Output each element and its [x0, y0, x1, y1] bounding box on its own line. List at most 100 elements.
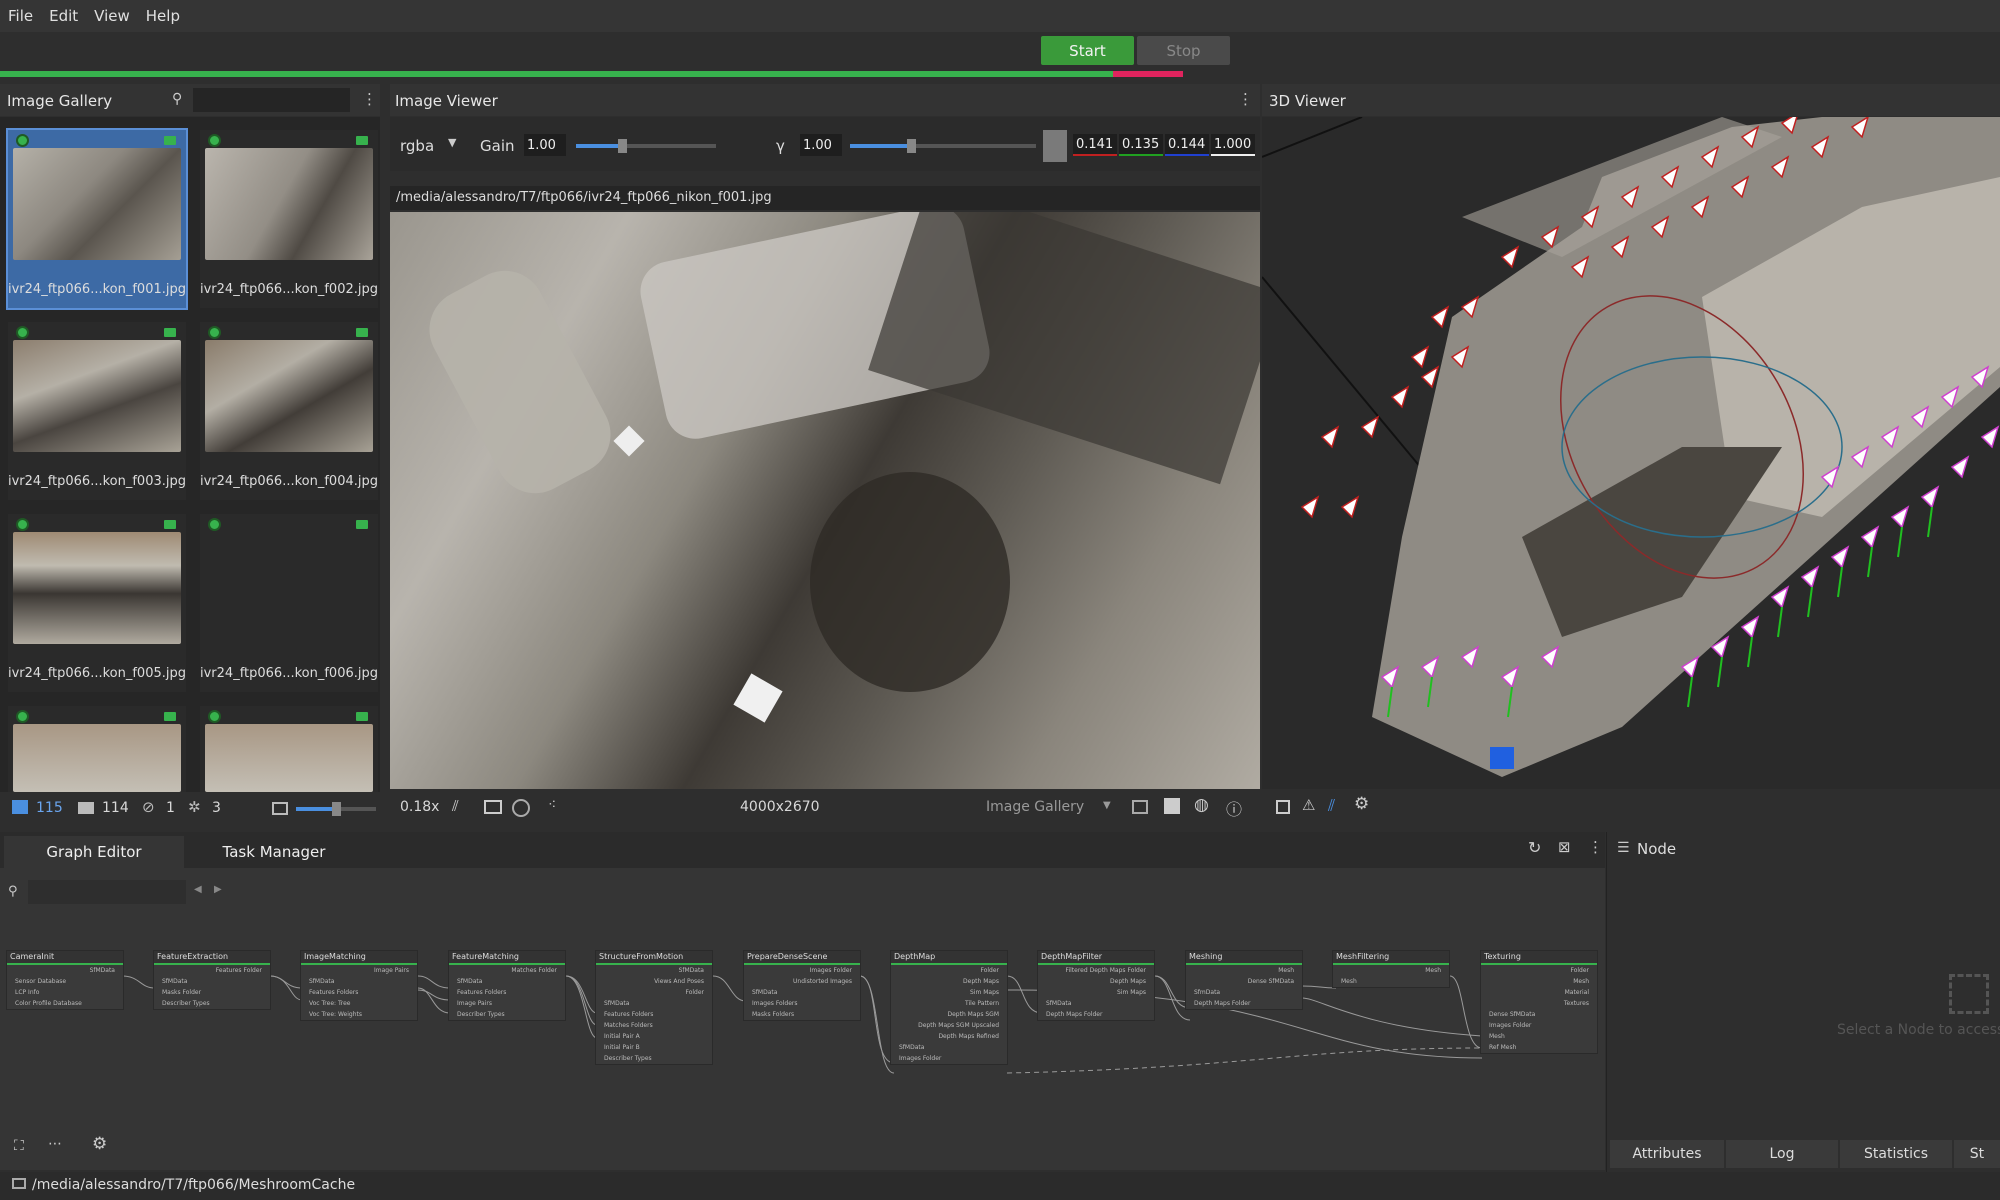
output-port[interactable]: Depth Maps SGM: [891, 1009, 1007, 1020]
info-icon[interactable]: ⓘ: [1226, 796, 1242, 820]
main-image[interactable]: [390, 212, 1260, 789]
gear-icon[interactable]: ⚙: [1354, 794, 1369, 814]
input-port[interactable]: Features Folders: [449, 987, 565, 998]
menu-file[interactable]: File: [8, 7, 33, 25]
input-port[interactable]: Features Folders: [301, 987, 417, 998]
3d-scene[interactable]: [1262, 117, 2000, 789]
gallery-thumbnail[interactable]: [200, 706, 378, 792]
gallery-thumbnail[interactable]: [8, 706, 186, 792]
panorama-icon[interactable]: [512, 799, 530, 817]
output-port[interactable]: Depth Maps SGM Upscaled: [891, 1020, 1007, 1031]
hatch-icon[interactable]: ⫽: [1328, 796, 1335, 816]
graph-node[interactable]: StructureFromMotion SfMData Views And Pose…: [595, 950, 713, 1065]
input-port[interactable]: LCP Info: [7, 987, 123, 998]
output-port[interactable]: Depth Maps Refined: [891, 1031, 1007, 1042]
input-port[interactable]: Mesh: [1481, 1031, 1597, 1042]
input-port[interactable]: Describer Types: [154, 998, 270, 1009]
folder-icon[interactable]: [12, 1178, 26, 1189]
input-port[interactable]: Image Pairs: [449, 998, 565, 1009]
tab-statistics[interactable]: Statistics: [1840, 1140, 1952, 1168]
input-port[interactable]: Features Folders: [596, 1009, 712, 1020]
graph-node[interactable]: Texturing Folder Mesh Material Textures Dense…: [1480, 950, 1598, 1054]
rig-icon[interactable]: ✲: [188, 798, 201, 816]
camera-icon[interactable]: [78, 802, 94, 814]
input-port[interactable]: SfMData: [154, 976, 270, 987]
graph-node[interactable]: ImageMatching Image Pairs SfMData Features …: [300, 950, 418, 1021]
menu-help[interactable]: Help: [146, 7, 180, 25]
tab-attributes[interactable]: Attributes: [1610, 1140, 1724, 1168]
input-port[interactable]: Color Profile Database: [7, 998, 123, 1009]
input-port[interactable]: Masks Folders: [744, 1009, 860, 1020]
graph-canvas[interactable]: ⚲ ◀ ▶ CameraInit SfMData Sensor Database LC…: [0, 868, 1605, 1170]
tab-status[interactable]: St: [1954, 1140, 2000, 1168]
input-port[interactable]: SfMData: [1038, 998, 1154, 1009]
chevron-down-icon[interactable]: ▼: [448, 136, 456, 149]
input-port[interactable]: Depth Maps Folder: [1186, 998, 1302, 1009]
input-port[interactable]: Masks Folder: [154, 987, 270, 998]
output-port[interactable]: Dense SfMData: [1186, 976, 1302, 987]
hatch-icon[interactable]: ⫽: [452, 797, 459, 815]
output-port[interactable]: Tile Pattern: [891, 998, 1007, 1009]
layout-icon[interactable]: ⋯: [48, 1136, 62, 1152]
input-port[interactable]: Dense SfMData: [1481, 1009, 1597, 1020]
more-options-icon[interactable]: ⋮: [1588, 838, 1603, 856]
graph-node[interactable]: DepthMap Folder Depth Maps Sim Maps Tile Pat…: [890, 950, 1008, 1065]
output-port[interactable]: Sim Maps: [891, 987, 1007, 998]
output-port[interactable]: Folder: [891, 965, 1007, 976]
gain-slider[interactable]: [576, 139, 716, 153]
input-port[interactable]: Initial Pair B: [596, 1042, 712, 1053]
output-port[interactable]: Folder: [1481, 965, 1597, 976]
input-port[interactable]: SfMData: [596, 998, 712, 1009]
warning-icon[interactable]: ⚠: [1302, 796, 1315, 814]
output-port[interactable]: Matches Folder: [449, 965, 565, 976]
output-port[interactable]: Mesh: [1333, 965, 1449, 976]
refresh-icon[interactable]: ↻: [1528, 838, 1541, 857]
input-port[interactable]: Images Folder: [1481, 1020, 1597, 1031]
fit-view-icon[interactable]: ⛶: [14, 1138, 24, 1154]
frame-icon[interactable]: [484, 800, 502, 814]
histogram-icon[interactable]: [1164, 798, 1180, 814]
tab-graph-editor[interactable]: Graph Editor: [4, 836, 184, 868]
output-port[interactable]: Textures: [1481, 998, 1597, 1009]
graph-node[interactable]: FeatureMatching Matches Folder SfMData Feat…: [448, 950, 566, 1021]
gain-value[interactable]: 1.00: [524, 134, 566, 156]
input-port[interactable]: Sensor Database: [7, 976, 123, 987]
output-port[interactable]: Features Folder: [154, 965, 270, 976]
no-intrinsic-icon[interactable]: ⊘: [142, 798, 155, 816]
menu-view[interactable]: View: [94, 7, 130, 25]
output-port[interactable]: Mesh: [1186, 965, 1302, 976]
gallery-thumbnail[interactable]: ivr24_ftp066...kon_f002.jpg: [200, 130, 378, 308]
output-port[interactable]: Images Folder: [744, 965, 860, 976]
output-port[interactable]: Sim Maps: [1038, 987, 1154, 998]
channel-select[interactable]: rgba: [400, 137, 434, 155]
output-port[interactable]: Folder: [596, 987, 712, 998]
input-port[interactable]: Voc Tree: Weights: [301, 1009, 417, 1020]
gallery-search-input[interactable]: [193, 88, 350, 112]
input-port[interactable]: Voc Tree: Tree: [301, 998, 417, 1009]
output-port[interactable]: Views And Poses: [596, 976, 712, 987]
gear-icon[interactable]: ⚙: [92, 1134, 107, 1154]
stop-button[interactable]: Stop: [1137, 36, 1230, 65]
gamma-value[interactable]: 1.00: [800, 134, 842, 156]
input-port[interactable]: Matches Folders: [596, 1020, 712, 1031]
graph-node[interactable]: DepthMapFilter Filtered Depth Maps Folder…: [1037, 950, 1155, 1021]
gallery-thumbnail[interactable]: ivr24_ftp066...kon_f003.jpg: [8, 322, 186, 500]
gallery-thumbnail[interactable]: ivr24_ftp066...kon_f005.jpg: [8, 514, 186, 692]
graph-node[interactable]: Meshing Mesh Dense SfMData SfmData Depth Map…: [1185, 950, 1303, 1010]
thumbnail-size-slider[interactable]: [296, 802, 376, 816]
bounding-box-icon[interactable]: [1276, 800, 1290, 814]
output-port[interactable]: Depth Maps: [891, 976, 1007, 987]
input-port[interactable]: SfMData: [449, 976, 565, 987]
input-port[interactable]: Depth Maps Folder: [1038, 1009, 1154, 1020]
gallery-thumbnail[interactable]: ivr24_ftp066...kon_f004.jpg: [200, 322, 378, 500]
image-source-select[interactable]: Image Gallery: [986, 799, 1084, 815]
output-port[interactable]: SfMData: [7, 965, 123, 976]
features-icon[interactable]: ⁖: [548, 797, 556, 813]
clear-icon[interactable]: ⊠: [1558, 838, 1571, 856]
gamma-slider[interactable]: [850, 139, 1036, 153]
output-port[interactable]: Depth Maps: [1038, 976, 1154, 987]
gallery-thumbnail[interactable]: ivr24_ftp066...kon_f006.jpg: [200, 514, 378, 692]
input-port[interactable]: Ref Mesh: [1481, 1042, 1597, 1053]
input-port[interactable]: Describer Types: [596, 1053, 712, 1064]
more-options-icon[interactable]: ⋮: [1238, 90, 1253, 108]
